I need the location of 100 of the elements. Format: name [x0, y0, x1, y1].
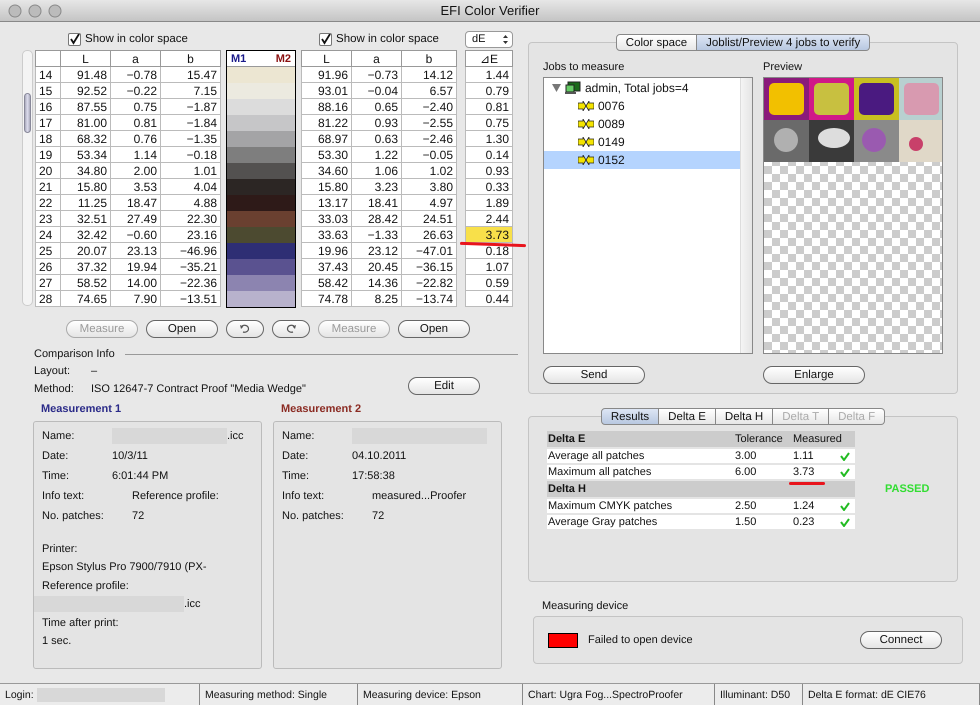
device-status: Failed to open device — [588, 634, 693, 646]
table-cell: 14.36 — [352, 274, 402, 290]
field-label: Reference profile: — [42, 580, 130, 592]
table-cell: 92.52 — [60, 82, 110, 98]
table-cell: 4.88 — [160, 194, 220, 210]
tab[interactable]: Delta E — [659, 408, 716, 425]
field-value: – — [91, 365, 98, 377]
field-label: Printer: — [42, 543, 78, 555]
table-cell: 93.01 — [302, 82, 352, 98]
table-cell: 1.89 — [466, 194, 512, 210]
table-cell: 53.34 — [60, 146, 110, 162]
delta-format-select[interactable]: dE — [465, 30, 513, 48]
redo-icon — [285, 324, 297, 334]
table-cell: −1.33 — [352, 226, 402, 242]
undo-icon — [239, 324, 251, 334]
field-label: No. patches: — [282, 510, 345, 522]
scroll-bar[interactable] — [22, 50, 33, 306]
column-header: a — [110, 50, 160, 66]
table-cell: 3.53 — [110, 178, 160, 194]
field-value: Reference profile: — [132, 490, 219, 502]
open-button[interactable]: Open — [398, 320, 470, 338]
table-cell: 11.25 — [60, 194, 110, 210]
tab[interactable]: Joblist/Preview 4 jobs to verify — [697, 34, 870, 51]
tab[interactable]: Results — [600, 408, 660, 425]
row-number: 25 — [36, 242, 60, 258]
field-value: .icc — [184, 598, 200, 610]
table-cell: 2.00 — [110, 162, 160, 178]
connect-button[interactable]: Connect — [860, 631, 942, 649]
row-number: 15 — [36, 82, 60, 98]
window-controls[interactable] — [8, 4, 64, 18]
table-cell: −46.96 — [160, 242, 220, 258]
row-number: 23 — [36, 210, 60, 226]
job-label: 0149 — [598, 135, 625, 149]
job-item[interactable]: 0152 — [544, 151, 740, 169]
table-cell: 18.41 — [352, 194, 402, 210]
open-button[interactable]: Open — [146, 320, 218, 338]
checkbox-label[interactable]: Show in color space — [85, 33, 188, 45]
job-item[interactable]: 0149 — [544, 133, 740, 151]
row-number: 16 — [36, 98, 60, 114]
scroll-track[interactable] — [740, 78, 752, 353]
column-header: b — [402, 50, 456, 66]
verdict-text: PASSED — [885, 483, 930, 497]
table-cell: 19.94 — [110, 258, 160, 274]
edit-button[interactable]: Edit — [408, 377, 480, 395]
table-cell: 88.16 — [302, 98, 352, 114]
field-label: Time: — [282, 470, 310, 482]
job-label: 0152 — [598, 153, 625, 167]
send-button[interactable]: Send — [543, 366, 645, 384]
measured-value: 1.24 — [793, 500, 814, 512]
tree-label: admin, Total jobs=4 — [585, 81, 689, 95]
table-cell: 23.12 — [352, 242, 402, 258]
job-item[interactable]: 0076 — [544, 97, 740, 115]
table-cell: 32.51 — [60, 210, 110, 226]
table-cell: 0.75 — [466, 114, 512, 130]
checkbox-label[interactable]: Show in color space — [336, 33, 439, 45]
field-value: measured...Proofer — [372, 490, 466, 502]
table-cell: 0.44 — [466, 290, 512, 306]
table-cell: −0.04 — [352, 82, 402, 98]
row-number: 14 — [36, 66, 60, 82]
tolerance-value: 2.50 — [735, 500, 758, 512]
measurement-title: Measurement 2 — [281, 403, 362, 415]
table-cell: 0.14 — [466, 146, 512, 162]
row-number: 22 — [36, 194, 60, 210]
column-header: L — [302, 50, 352, 66]
table-cell: 33.63 — [302, 226, 352, 242]
status-text: Chart: Ugra Fog...SpectroProofer — [528, 688, 683, 700]
table-cell: −0.22 — [110, 82, 160, 98]
redo-button[interactable] — [272, 320, 310, 338]
table-cell: 24.51 — [402, 210, 456, 226]
table-cell: −0.18 — [160, 146, 220, 162]
table-cell: 15.80 — [302, 178, 352, 194]
checkbox[interactable] — [68, 32, 82, 46]
table-cell: −1.87 — [160, 98, 220, 114]
tolerance-value: 1.50 — [735, 516, 758, 528]
table-cell: 8.25 — [352, 290, 402, 306]
checkbox[interactable] — [319, 32, 332, 46]
table-cell: −2.46 — [402, 130, 456, 146]
table-cell: 58.42 — [302, 274, 352, 290]
tab[interactable]: Delta H — [716, 408, 774, 425]
column-header: Measured — [793, 433, 840, 445]
field-value: 6:01:44 PM — [112, 470, 168, 482]
table-cell: 3.80 — [402, 178, 456, 194]
disclosure-icon[interactable] — [552, 84, 561, 92]
table-cell: 53.30 — [302, 146, 352, 162]
field-label: Name: — [282, 430, 316, 442]
tab[interactable]: Color space — [616, 34, 698, 51]
table-cell: 37.32 — [60, 258, 110, 274]
table-cell: −13.51 — [160, 290, 220, 306]
enlarge-button[interactable]: Enlarge — [763, 366, 865, 384]
tree-item[interactable]: admin, Total jobs=4 — [544, 79, 740, 97]
arrows-icon — [578, 137, 594, 147]
table-cell: −22.36 — [160, 274, 220, 290]
table-cell: 91.48 — [60, 66, 110, 82]
table-cell: 13.17 — [302, 194, 352, 210]
undo-button[interactable] — [226, 320, 264, 338]
row-number: 26 — [36, 258, 60, 274]
table-cell: −13.74 — [402, 290, 456, 306]
table-cell: 81.00 — [60, 114, 110, 130]
job-item[interactable]: 0089 — [544, 115, 740, 133]
table-cell: 0.18 — [466, 242, 512, 258]
